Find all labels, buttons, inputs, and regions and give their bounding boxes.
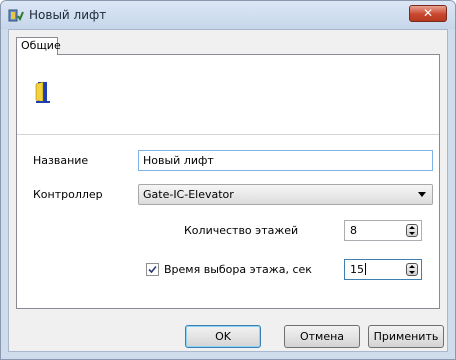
checkmark-icon [148, 265, 157, 274]
spin-updown-icon[interactable] [406, 224, 418, 237]
elevator-app-icon [8, 7, 24, 23]
window-title: Новый лифт [29, 8, 107, 22]
controller-select-value: Gate-IC-Elevator [143, 188, 234, 201]
floors-label: Количество этажей [184, 224, 299, 237]
floor-select-time-label: Время выбора этажа, сек [164, 263, 312, 276]
name-input[interactable]: Новый лифт [138, 150, 433, 171]
separator-line [17, 134, 439, 135]
dialog-window: Новый лифт ✕ Общие Название Новый лифт К… [0, 0, 456, 360]
floor-select-time-value: 15 [350, 263, 364, 276]
apply-button[interactable]: Применить [368, 325, 444, 348]
door-icon [33, 80, 53, 104]
tab-general-label: Общие [21, 39, 61, 52]
floors-stepper[interactable]: 8 [344, 220, 422, 241]
close-button[interactable]: ✕ [409, 5, 447, 22]
floor-select-time-checkbox[interactable] [146, 263, 159, 276]
spin-updown-icon[interactable] [406, 263, 418, 276]
name-label: Название [33, 154, 89, 167]
controller-label: Контроллер [33, 188, 103, 201]
title-bar[interactable]: Новый лифт ✕ [1, 1, 455, 29]
tab-panel-general: Название Новый лифт Контроллер Gate-IC-E… [16, 54, 440, 309]
dialog-client-area: Общие Название Новый лифт Контроллер Gat… [8, 29, 448, 352]
close-icon: ✕ [422, 6, 434, 20]
chevron-down-icon[interactable] [418, 192, 426, 197]
floors-value: 8 [350, 224, 357, 237]
controller-select[interactable]: Gate-IC-Elevator [138, 184, 433, 205]
tab-general[interactable]: Общие [16, 37, 61, 55]
text-caret [365, 263, 366, 275]
cancel-button[interactable]: Отмена [284, 325, 360, 348]
ok-button[interactable]: OK [185, 325, 261, 348]
floor-select-time-stepper[interactable]: 15 [344, 259, 422, 280]
